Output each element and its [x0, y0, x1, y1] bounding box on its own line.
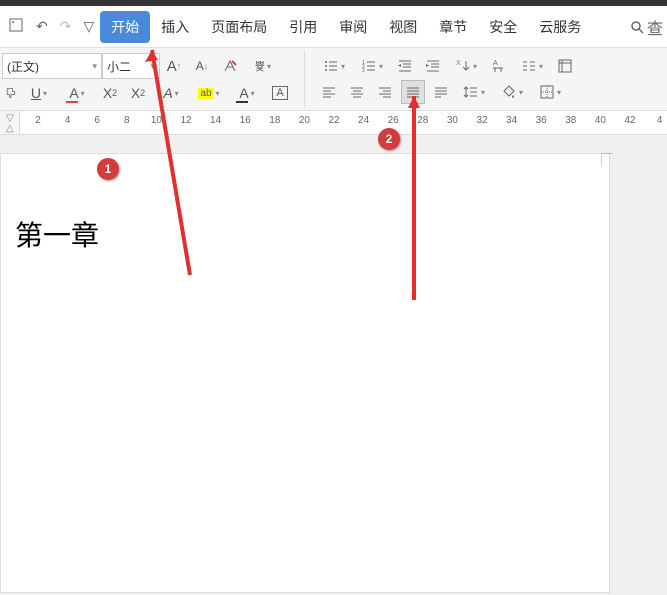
- format-painter-button[interactable]: [4, 81, 18, 105]
- text-color-button-2[interactable]: A: [230, 81, 264, 105]
- ruler-tick-label: 10: [151, 115, 162, 126]
- decrease-indent-button[interactable]: [393, 54, 417, 78]
- borders-button[interactable]: [533, 80, 567, 104]
- clear-format-button[interactable]: [218, 54, 242, 78]
- ruler-tick-label: 4: [65, 115, 71, 126]
- ruler-tick-label: 28: [417, 115, 428, 126]
- font-name-select[interactable]: (正文): [2, 53, 102, 79]
- horizontal-ruler[interactable]: ▽ △ 246810121416182022242628303234363840…: [0, 111, 667, 135]
- ruler-tick-label: 26: [388, 115, 399, 126]
- ruler-tick-label: 22: [328, 115, 339, 126]
- customize-dropdown-icon[interactable]: ▽: [77, 18, 100, 35]
- quick-access-icon[interactable]: [2, 17, 30, 36]
- align-right-button[interactable]: [373, 80, 397, 104]
- tab-reference[interactable]: 引用: [278, 11, 328, 43]
- title-bar-right: [524, 0, 667, 6]
- svg-text:X: X: [456, 60, 461, 67]
- ruler-tick-label: 40: [595, 115, 606, 126]
- font-color-button[interactable]: A: [60, 81, 94, 105]
- shrink-font-button[interactable]: A↓: [190, 54, 214, 78]
- subscript-button[interactable]: X2: [126, 81, 150, 105]
- sort-button[interactable]: X: [449, 54, 483, 78]
- ruler-tick-label: 16: [240, 115, 251, 126]
- superscript-button[interactable]: X2: [98, 81, 122, 105]
- ruler-tick-label: 8: [124, 115, 130, 126]
- underline-button[interactable]: U: [22, 81, 56, 105]
- ruler-tick-label: 12: [180, 115, 191, 126]
- font-size-select[interactable]: 小二: [102, 53, 160, 79]
- increase-indent-button[interactable]: [421, 54, 445, 78]
- ribbon-toolbar: (正文) 小二 A↑ A↓ 쁓 U A X2 X2 A ab A A: [0, 48, 667, 111]
- document-area: 第一章: [0, 135, 667, 595]
- toolbar-divider: [304, 51, 305, 107]
- tab-start[interactable]: 开始: [100, 11, 150, 43]
- ruler-tick-label: 38: [565, 115, 576, 126]
- shading-button[interactable]: [495, 80, 529, 104]
- tab-view[interactable]: 视图: [378, 11, 428, 43]
- document-page[interactable]: 第一章: [0, 153, 610, 593]
- ruler-tick-label: 42: [624, 115, 635, 126]
- search-icon: [629, 19, 645, 35]
- align-justify-button[interactable]: [401, 80, 425, 104]
- tab-page-layout[interactable]: 页面布局: [200, 11, 278, 43]
- ruler-tick-label: 2: [35, 115, 41, 126]
- grow-font-button[interactable]: A↑: [162, 54, 186, 78]
- ruler-scale: 246810121416182022242628303234363840424: [20, 111, 667, 134]
- ruler-tick-label: 20: [299, 115, 310, 126]
- search-label: 查: [647, 15, 663, 39]
- phonetic-guide-button[interactable]: 쁓: [246, 54, 280, 78]
- annotation-badge-2: 2: [378, 128, 400, 150]
- ruler-tick-label: 30: [447, 115, 458, 126]
- align-left-button[interactable]: [317, 80, 341, 104]
- tab-chapter[interactable]: 章节: [428, 11, 478, 43]
- svg-text:3: 3: [362, 68, 365, 74]
- align-distribute-button[interactable]: [429, 80, 453, 104]
- ruler-tick-label: 32: [476, 115, 487, 126]
- ruler-corner: ▽ △: [0, 111, 20, 134]
- svg-text:A: A: [493, 60, 498, 67]
- tab-insert[interactable]: 插入: [150, 11, 200, 43]
- numbering-button[interactable]: 123: [355, 54, 389, 78]
- ruler-tick-label: 24: [358, 115, 369, 126]
- char-border-button[interactable]: A: [268, 81, 292, 105]
- show-marks-button[interactable]: A: [487, 54, 511, 78]
- ruler-tick-label: 14: [210, 115, 221, 126]
- tab-review[interactable]: 审阅: [328, 11, 378, 43]
- title-bar-left: [0, 0, 190, 6]
- ruler-tick-label: 6: [94, 115, 100, 126]
- title-bar-fragment: [0, 0, 667, 6]
- align-center-button[interactable]: [345, 80, 369, 104]
- ruler-tick-label: 18: [269, 115, 280, 126]
- annotation-badge-1: 1: [97, 158, 119, 180]
- line-spacing-button[interactable]: [457, 80, 491, 104]
- search-area[interactable]: 查: [629, 15, 667, 39]
- heading-text[interactable]: 第一章: [15, 214, 99, 254]
- page-corner-mark: [601, 153, 659, 167]
- redo-icon[interactable]: ↷: [54, 18, 78, 35]
- para-settings-button[interactable]: [553, 54, 577, 78]
- menu-bar: ↶ ↷ ▽ 开始 插入 页面布局 引用 审阅 视图 章节 安全 云服务 查: [0, 6, 667, 48]
- tab-settings-button[interactable]: [515, 54, 549, 78]
- ruler-tick-label: 36: [536, 115, 547, 126]
- tab-security[interactable]: 安全: [478, 11, 528, 43]
- bullets-button[interactable]: [317, 54, 351, 78]
- text-effects-button[interactable]: A: [154, 81, 188, 105]
- tab-cloud[interactable]: 云服务: [528, 11, 592, 43]
- highlight-button[interactable]: ab: [192, 81, 226, 105]
- ruler-tick-label: 34: [506, 115, 517, 126]
- undo-icon[interactable]: ↶: [30, 18, 54, 35]
- ruler-tick-label: 4: [657, 115, 663, 126]
